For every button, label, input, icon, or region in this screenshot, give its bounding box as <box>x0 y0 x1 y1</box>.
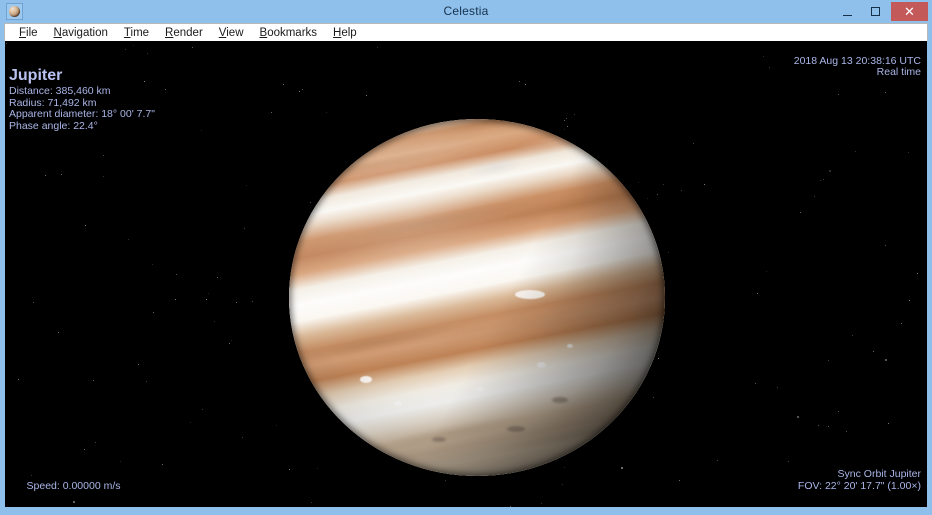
menu-item-file[interactable]: File <box>11 26 46 40</box>
celestia-window: Celestia ✕ File Navigation Time Render V… <box>0 0 932 515</box>
menu-item-bookmarks[interactable]: Bookmarks <box>252 26 326 40</box>
maximize-button[interactable] <box>861 2 889 21</box>
close-icon: ✕ <box>904 3 915 19</box>
window-title: Celestia <box>443 4 489 18</box>
travel-mode: Sync Orbit Jupiter <box>837 468 921 481</box>
object-name: Jupiter <box>9 67 63 85</box>
target-overlay: Sync Orbit Jupiter FOV: 22° 20' 17.7" (1… <box>798 458 921 504</box>
minimize-icon <box>842 14 852 16</box>
object-phase-angle: Phase angle: 22.4° <box>9 119 98 132</box>
time-overlay: 2018 Aug 13 20:38:16 UTC Real time <box>776 44 921 90</box>
menu-item-help[interactable]: Help <box>325 26 365 40</box>
field-of-view: FOV: 22° 20' 17.7" (1.00×) <box>797 479 921 492</box>
planet-jupiter[interactable] <box>289 119 665 476</box>
object-apparent-diameter: Apparent diameter: 18° 00' 7.7" <box>9 108 155 121</box>
menu-item-time[interactable]: Time <box>116 26 157 40</box>
menu-item-navigation[interactable]: Navigation <box>46 26 116 40</box>
maximize-icon <box>870 7 880 16</box>
render-viewport[interactable]: Jupiter Distance: 385,460 km Radius: 71,4… <box>5 41 927 507</box>
menu-bar: File Navigation Time Render View Bookmar… <box>4 23 928 41</box>
speed-value: Speed: 0.00000 m/s <box>26 479 121 492</box>
object-info-overlay: Jupiter Distance: 385,460 km Radius: 71,4… <box>9 44 155 144</box>
close-button[interactable]: ✕ <box>891 2 928 21</box>
time-rate: Real time <box>876 66 921 79</box>
menu-item-view[interactable]: View <box>211 26 252 40</box>
simulation-datetime: 2018 Aug 13 20:38:16 UTC <box>793 54 921 67</box>
speed-overlay: Speed: 0.00000 m/s <box>9 469 121 504</box>
menu-item-render[interactable]: Render <box>157 26 211 40</box>
object-radius: Radius: 71,492 km <box>9 96 97 109</box>
planet-sphere <box>289 119 665 476</box>
object-distance: Distance: 385,460 km <box>9 85 111 98</box>
title-bar: Celestia ✕ <box>0 0 932 23</box>
limb-edge <box>289 119 665 476</box>
minimize-button[interactable] <box>833 2 861 21</box>
